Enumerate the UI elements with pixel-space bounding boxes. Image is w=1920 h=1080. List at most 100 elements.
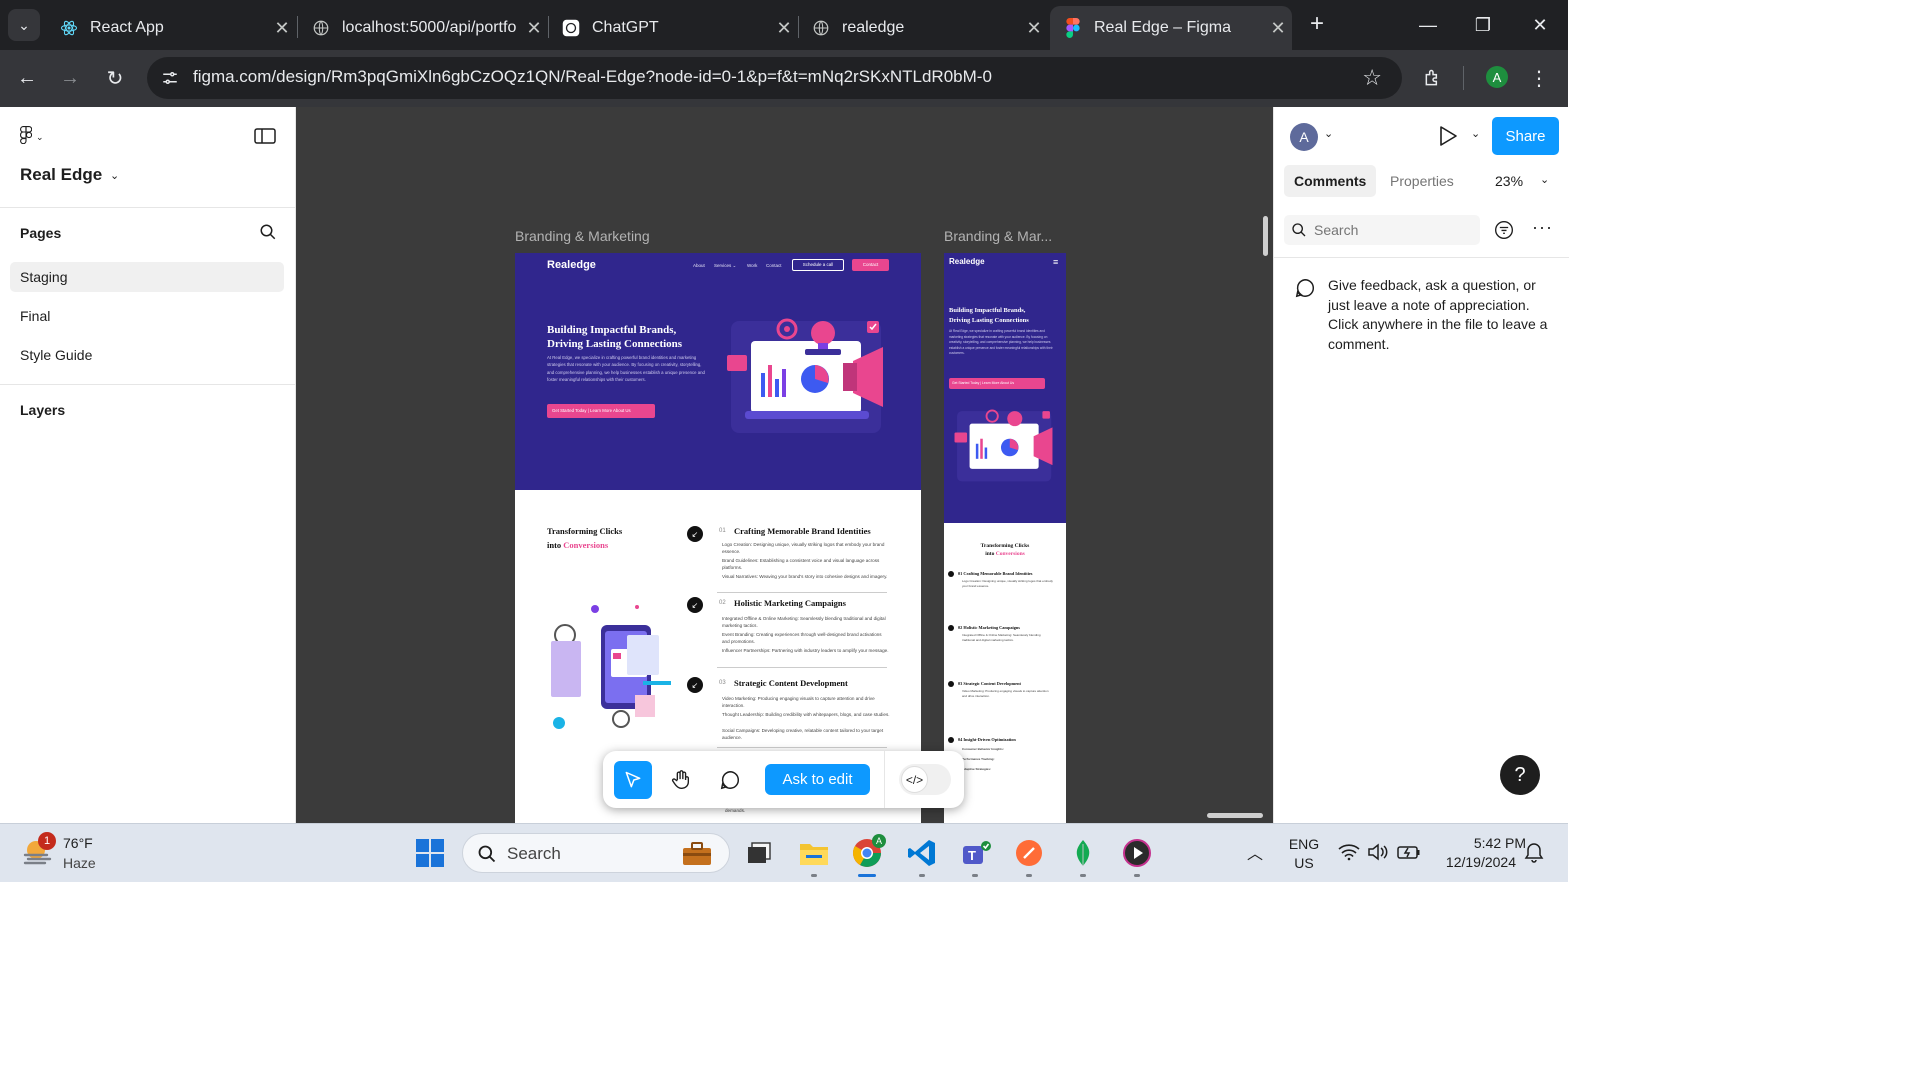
service-bullet: Event Branding: Creating experiences thr… bbox=[722, 632, 882, 645]
language-indicator[interactable]: ENG bbox=[1286, 836, 1322, 852]
postman-icon[interactable] bbox=[1011, 835, 1047, 871]
close-icon[interactable]: ✕ bbox=[1020, 18, 1048, 39]
close-icon[interactable]: ✕ bbox=[268, 18, 296, 39]
chevron-down-icon[interactable]: ⌄ bbox=[1471, 127, 1480, 140]
mongodb-compass-icon[interactable] bbox=[1065, 835, 1101, 871]
globe-icon bbox=[312, 19, 330, 37]
chevron-down-icon[interactable]: ⌄ bbox=[110, 169, 119, 182]
weather-temperature[interactable]: 76°F bbox=[63, 835, 93, 851]
close-icon[interactable]: ✕ bbox=[520, 18, 548, 39]
layers-title: Layers bbox=[20, 402, 66, 418]
extensions-icon[interactable] bbox=[1418, 63, 1448, 93]
task-view-icon[interactable] bbox=[741, 835, 777, 871]
volume-icon[interactable] bbox=[1367, 843, 1389, 866]
mobile-frame[interactable]: Realedge ≡ Building Impactful Brands, Dr… bbox=[944, 253, 1066, 823]
service-bullet: Integrated Offline & Online Marketing: S… bbox=[722, 616, 886, 629]
mobile-hero-paragraph: At Real Edge, we specialize in crafting … bbox=[949, 329, 1053, 356]
tab-realedge[interactable]: realedge ✕ bbox=[798, 6, 1048, 50]
bullet-dot-icon bbox=[948, 737, 954, 743]
region-indicator[interactable]: US bbox=[1286, 855, 1322, 871]
wifi-icon[interactable] bbox=[1338, 843, 1360, 866]
file-name[interactable]: Real Edge bbox=[20, 165, 102, 185]
page-item-staging[interactable]: Staging bbox=[10, 262, 284, 292]
tab-react-app[interactable]: React App ✕ bbox=[46, 6, 296, 50]
mobile-hero-cta: Get Started Today | Learn More About Us bbox=[949, 378, 1045, 389]
browser-profile-avatar[interactable]: A bbox=[1486, 66, 1508, 88]
browser-tab-bar: ⌄ React App ✕ localhost:5000/api/portfo … bbox=[0, 0, 1568, 50]
present-play-icon[interactable] bbox=[1438, 125, 1458, 152]
reload-icon[interactable]: ↻ bbox=[100, 63, 130, 93]
dev-mode-toggle[interactable]: </> bbox=[899, 764, 951, 795]
chatgpt-icon bbox=[562, 19, 580, 37]
figma-canvas[interactable]: Branding & Marketing Branding & Mar... R… bbox=[296, 107, 1273, 823]
service-bullet: Influencer Partnerships: Partnering with… bbox=[722, 648, 889, 653]
close-window-button[interactable]: ✕ bbox=[1525, 10, 1555, 40]
clock-time[interactable]: 5:42 PM bbox=[1436, 835, 1526, 851]
divider bbox=[717, 747, 887, 748]
page-item-final[interactable]: Final bbox=[10, 301, 284, 331]
zoom-level[interactable]: 23% bbox=[1495, 173, 1523, 189]
figma-left-panel: ⌄ Real Edge ⌄ Pages Staging Final Style … bbox=[0, 107, 296, 823]
close-icon[interactable]: ✕ bbox=[770, 18, 798, 39]
file-explorer-icon[interactable] bbox=[796, 835, 832, 871]
search-icon[interactable] bbox=[259, 223, 277, 241]
frame-label-desktop[interactable]: Branding & Marketing bbox=[515, 228, 650, 244]
tab-properties[interactable]: Properties bbox=[1380, 165, 1464, 197]
tab-comments[interactable]: Comments bbox=[1284, 165, 1377, 197]
tab-figma[interactable]: Real Edge – Figma ✕ bbox=[1050, 6, 1292, 50]
comments-search-input[interactable]: Search bbox=[1284, 215, 1480, 245]
tab-localhost[interactable]: localhost:5000/api/portfo ✕ bbox=[298, 6, 548, 50]
search-icon bbox=[478, 845, 496, 863]
ask-to-edit-button[interactable]: Ask to edit bbox=[765, 764, 870, 795]
site-nav-about: About bbox=[693, 263, 705, 268]
help-button[interactable]: ? bbox=[1500, 755, 1540, 795]
filter-icon[interactable] bbox=[1494, 220, 1514, 245]
canvas-vertical-scrollbar[interactable] bbox=[1263, 216, 1268, 256]
tab-chatgpt[interactable]: ChatGPT ✕ bbox=[548, 6, 798, 50]
minimize-button[interactable]: — bbox=[1413, 10, 1443, 40]
forward-icon[interactable]: → bbox=[55, 63, 85, 93]
toggle-sidebar-icon[interactable] bbox=[254, 127, 276, 145]
figma-menu-button[interactable]: ⌄ bbox=[20, 125, 50, 147]
weather-description[interactable]: Haze bbox=[63, 855, 96, 871]
hand-tool-button[interactable] bbox=[662, 761, 700, 799]
windows-start-icon[interactable] bbox=[412, 835, 448, 871]
mobile-service-title: 02 Holistic Marketing Campaigns bbox=[958, 625, 1020, 630]
running-indicator bbox=[1134, 874, 1140, 877]
divider bbox=[717, 667, 887, 668]
desktop-frame[interactable]: Realedge About Services ⌄ Work Contact S… bbox=[515, 253, 921, 823]
arrow-down-left-icon: ↙ bbox=[687, 526, 703, 542]
move-tool-button[interactable] bbox=[614, 761, 652, 799]
tray-overflow-chevron-icon[interactable]: ︿ bbox=[1247, 840, 1263, 864]
taskbar-search-input[interactable]: Search bbox=[462, 833, 730, 873]
address-bar[interactable]: figma.com/design/Rm3pqGmiXln6gbCzOQz1QN/… bbox=[147, 57, 1402, 99]
restore-button[interactable]: ❐ bbox=[1468, 10, 1498, 40]
frame-label-mobile[interactable]: Branding & Mar... bbox=[944, 228, 1052, 244]
vscode-icon[interactable] bbox=[904, 835, 940, 871]
comment-tool-button[interactable] bbox=[711, 761, 749, 799]
mobile-service-bullets: Logo Creation: Designing unique, visuall… bbox=[962, 579, 1053, 588]
close-icon[interactable]: ✕ bbox=[1264, 18, 1292, 39]
new-tab-button[interactable]: + bbox=[1303, 10, 1331, 38]
page-item-style-guide[interactable]: Style Guide bbox=[10, 340, 284, 370]
transform-title-line-2: into Conversions bbox=[547, 540, 608, 550]
site-info-icon[interactable] bbox=[159, 67, 181, 89]
battery-charging-icon[interactable] bbox=[1397, 843, 1421, 866]
canvas-horizontal-scrollbar[interactable] bbox=[1207, 813, 1263, 818]
notifications-bell-icon[interactable] bbox=[1524, 842, 1544, 869]
back-icon[interactable]: ← bbox=[12, 63, 42, 93]
menu-kebab-icon[interactable]: ⋮ bbox=[1524, 63, 1554, 93]
chevron-down-icon[interactable]: ⌄ bbox=[1540, 173, 1549, 186]
bookmark-star-icon[interactable]: ☆ bbox=[1362, 65, 1382, 91]
chevron-down-icon[interactable]: ⌄ bbox=[1324, 127, 1333, 140]
user-avatar[interactable]: A bbox=[1290, 123, 1318, 151]
more-options-icon[interactable]: ··· bbox=[1532, 217, 1553, 238]
share-button[interactable]: Share bbox=[1492, 117, 1559, 155]
tab-search-button[interactable]: ⌄ bbox=[8, 9, 40, 41]
figma-bottom-toolbar: Ask to edit </> bbox=[603, 751, 964, 808]
teams-icon[interactable]: T bbox=[957, 835, 993, 871]
toolbar-divider bbox=[884, 751, 885, 808]
media-player-icon[interactable] bbox=[1119, 835, 1155, 871]
transform-title-highlight: Conversions bbox=[563, 540, 609, 550]
clock-date[interactable]: 12/19/2024 bbox=[1426, 854, 1516, 870]
